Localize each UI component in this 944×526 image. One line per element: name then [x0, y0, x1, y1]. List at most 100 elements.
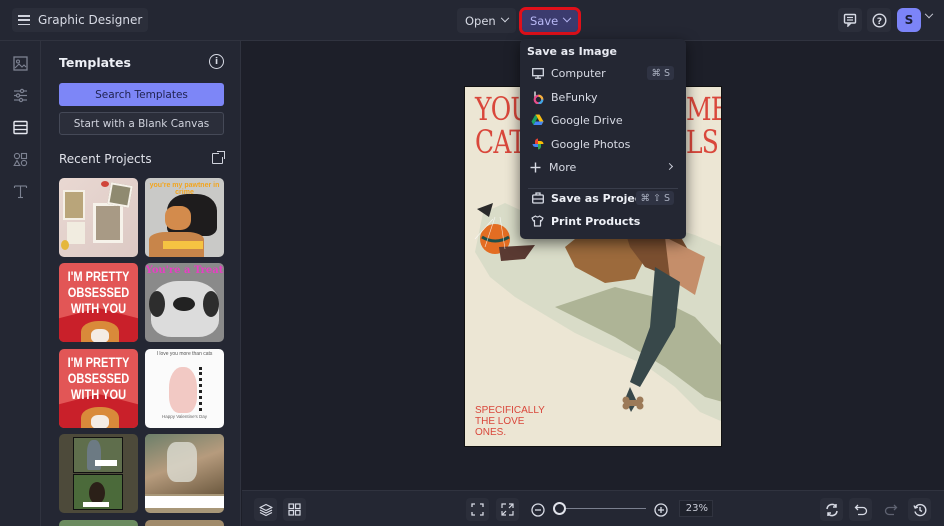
- adjust-tool[interactable]: [12, 87, 29, 104]
- recent-project-thumb-7[interactable]: [59, 434, 138, 513]
- open-button[interactable]: Open: [457, 8, 516, 33]
- comment-button[interactable]: [838, 8, 862, 32]
- zoom-out-button[interactable]: [531, 502, 545, 521]
- save-dropdown-menu: Save as Image Computer ⌘ S BeFunky Googl…: [520, 39, 686, 239]
- help-button[interactable]: ?: [867, 8, 891, 32]
- templates-tool[interactable]: [12, 119, 29, 136]
- recent-project-thumb-2[interactable]: you're my pawtner in crime: [145, 178, 224, 257]
- thumb-line-2: OBSESSED: [67, 285, 130, 300]
- comment-icon: [843, 13, 857, 27]
- history-icon: [912, 503, 926, 516]
- tool-rail: [0, 41, 41, 526]
- save-google-drive-item[interactable]: Google Drive: [520, 109, 686, 131]
- hamburger-menu-icon: [18, 15, 30, 25]
- recent-project-thumb-3[interactable]: I'M PRETTY OBSESSED WITH YOU: [59, 263, 138, 342]
- thumb-line-2: OBSESSED: [67, 371, 130, 386]
- menu-item-label: Save as Project: [551, 191, 647, 205]
- fit-screen-icon: [471, 503, 484, 516]
- shortcut-badge: ⌘ ⇧ S: [636, 191, 674, 205]
- headline-line-2-left: CAT: [475, 123, 526, 161]
- actual-size-icon: [501, 503, 514, 516]
- text-tool[interactable]: [12, 183, 29, 200]
- befunky-icon: [531, 91, 544, 104]
- history-button[interactable]: [908, 498, 931, 521]
- menu-item-label: BeFunky: [551, 90, 598, 104]
- save-label: Save: [530, 14, 559, 28]
- image-tool[interactable]: [12, 55, 29, 72]
- zoom-slider-track[interactable]: [558, 508, 646, 509]
- google-drive-icon: [531, 114, 544, 127]
- account-chevron-down-icon[interactable]: [924, 9, 934, 19]
- chevron-down-icon: [500, 13, 509, 22]
- image-icon: [13, 56, 28, 71]
- help-icon: ?: [871, 12, 887, 28]
- recent-project-thumb-5[interactable]: I'M PRETTY OBSESSED WITH YOU: [59, 349, 138, 428]
- thumb-line-1: I'M PRETTY: [67, 269, 130, 284]
- search-templates-button[interactable]: Search Templates: [59, 83, 224, 106]
- zoom-out-icon: [531, 503, 545, 517]
- recent-project-thumb-4[interactable]: You're a Treat: [145, 263, 224, 342]
- zoom-percent-field[interactable]: 23%: [679, 500, 713, 517]
- recent-project-thumb-1[interactable]: [59, 178, 138, 257]
- thumb-caption: You're a Treat: [145, 265, 224, 276]
- reset-button[interactable]: [820, 498, 843, 521]
- thumb-footer: Happy Valentine's Day: [161, 414, 208, 419]
- subtext-line-1: SPECIFICALLY: [475, 405, 545, 416]
- shortcut-badge: ⌘ S: [647, 66, 674, 80]
- menu-item-label: Google Drive: [551, 113, 623, 127]
- app-menu-button[interactable]: Graphic Designer: [12, 8, 149, 32]
- save-befunky-item[interactable]: BeFunky: [520, 86, 686, 108]
- recent-project-thumb-10[interactable]: [145, 520, 224, 526]
- app-title: Graphic Designer: [38, 13, 143, 27]
- undo-icon: [854, 504, 867, 516]
- zoom-slider-handle[interactable]: [553, 502, 566, 515]
- save-computer-item[interactable]: Computer ⌘ S: [520, 62, 686, 84]
- menu-item-label: Print Products: [551, 214, 641, 228]
- save-as-project-item[interactable]: Save as Project ⌘ ⇧ S: [520, 187, 686, 209]
- recent-project-thumb-9[interactable]: [59, 520, 138, 526]
- plus-icon: [529, 161, 542, 174]
- print-products-item[interactable]: Print Products: [520, 210, 686, 232]
- thumb-line-3: WITH YOU: [70, 301, 127, 316]
- subtext-line-2: THE LOVE: [475, 416, 525, 427]
- shapes-icon: [13, 152, 28, 167]
- canvas-subtext: SPECIFICALLY THE LOVE ONES.: [475, 405, 545, 438]
- redo-icon: [884, 504, 897, 516]
- monitor-icon: [531, 67, 544, 80]
- menu-item-label: Google Photos: [551, 137, 631, 151]
- fit-screen-button[interactable]: [466, 498, 489, 521]
- tshirt-icon: [531, 215, 544, 228]
- blank-canvas-button[interactable]: Start with a Blank Canvas: [59, 112, 224, 135]
- recent-project-thumb-8[interactable]: [145, 434, 224, 513]
- briefcase-icon: [531, 192, 544, 205]
- recent-project-thumb-6[interactable]: I love you more than cats Happy Valentin…: [145, 349, 224, 428]
- user-avatar[interactable]: S: [897, 8, 921, 32]
- thumb-line-3: WITH YOU: [70, 387, 127, 402]
- menu-item-label: Computer: [551, 66, 606, 80]
- svg-text:?: ?: [876, 17, 881, 27]
- save-button[interactable]: Save: [518, 7, 582, 35]
- save-more-item[interactable]: More: [520, 156, 686, 178]
- undo-button[interactable]: [849, 498, 872, 521]
- open-label: Open: [465, 13, 496, 28]
- templates-panel: Templates i Search Templates Start with …: [41, 41, 241, 526]
- redo-button[interactable]: [879, 498, 902, 521]
- save-google-photos-item[interactable]: Google Photos: [520, 133, 686, 155]
- info-icon[interactable]: i: [209, 54, 224, 69]
- headline-line-1-right: ME: [686, 90, 721, 128]
- grid-icon: [288, 503, 301, 516]
- layers-icon: [258, 503, 273, 516]
- actual-size-button[interactable]: [496, 498, 519, 521]
- templates-icon: [13, 120, 28, 135]
- grid-button[interactable]: [283, 498, 306, 521]
- top-bar: Graphic Designer Open Save ? S: [0, 0, 944, 41]
- zoom-in-button[interactable]: [654, 502, 668, 521]
- save-as-image-heading: Save as Image: [527, 45, 617, 58]
- thumb-caption: I love you more than cats: [156, 351, 213, 357]
- text-icon: [13, 185, 28, 199]
- sliders-icon: [14, 88, 27, 103]
- refresh-icon: [825, 503, 838, 516]
- graphics-tool[interactable]: [12, 151, 29, 168]
- layers-button[interactable]: [254, 498, 277, 521]
- menu-item-label: More: [549, 160, 577, 174]
